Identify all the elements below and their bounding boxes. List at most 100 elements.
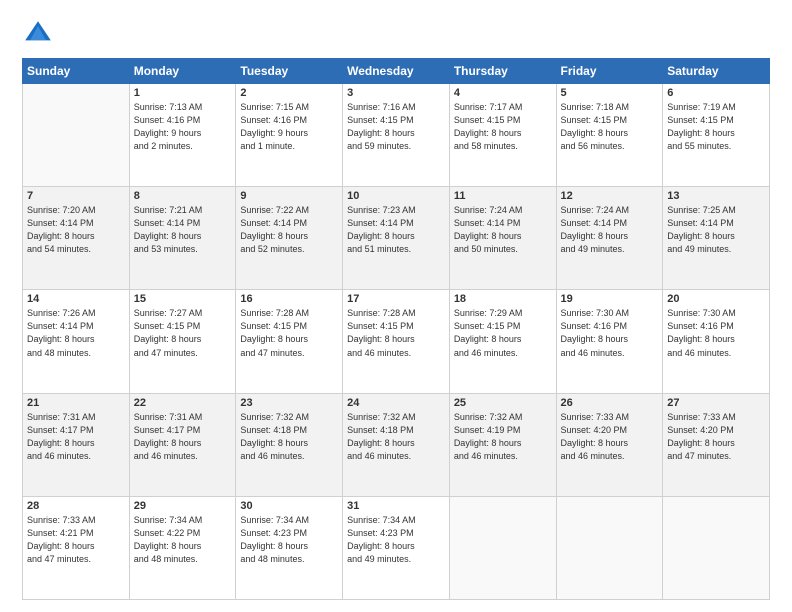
calendar-cell: 19Sunrise: 7:30 AM Sunset: 4:16 PM Dayli… bbox=[556, 290, 663, 393]
calendar-cell: 17 Sunrise: 7:28 AM Sunset: 4:15 PM Dayli… bbox=[343, 290, 450, 393]
calendar-header-friday: Friday bbox=[556, 59, 663, 84]
day-info: Sunrise: 7:29 AM Sunset: 4:15 PM Dayligh… bbox=[454, 307, 552, 359]
day-info: Sunrise: 7:34 AM Sunset: 4:23 PM Dayligh… bbox=[347, 514, 445, 566]
calendar-cell: 2 Sunrise: 7:15 AM Sunset: 4:16 PM Daylig… bbox=[236, 84, 343, 187]
day-number: 16 bbox=[240, 293, 338, 305]
day-info: Sunrise: 7:28 AM Sunset: 4:15 PM Dayligh… bbox=[347, 307, 445, 359]
day-info: Sunrise: 7:34 AM Sunset: 4:22 PM Dayligh… bbox=[134, 514, 232, 566]
day-info: Sunrise: 7:28 AM Sunset: 4:15 PM Dayligh… bbox=[240, 307, 338, 359]
calendar-cell bbox=[663, 496, 770, 599]
calendar-cell: 28 Sunrise: 7:33 AM Sunset: 4:21 PM Dayli… bbox=[23, 496, 130, 599]
calendar-week-row: 21 Sunrise: 7:31 AM Sunset: 4:17 PM Dayli… bbox=[23, 393, 770, 496]
calendar-header-sunday: Sunday bbox=[23, 59, 130, 84]
day-number: 5 bbox=[561, 87, 659, 99]
day-info: Sunrise: 7:16 AM Sunset: 4:15 PM Dayligh… bbox=[347, 101, 445, 153]
day-info: Sunrise: 7:25 AM Sunset: 4:14 PM Dayligh… bbox=[667, 204, 765, 256]
day-number: 23 bbox=[240, 397, 338, 409]
calendar-cell bbox=[556, 496, 663, 599]
logo-icon bbox=[22, 18, 54, 50]
calendar-cell: 1Sunrise: 7:13 AM Sunset: 4:16 PM Daylig… bbox=[129, 84, 236, 187]
day-info: Sunrise: 7:22 AM Sunset: 4:14 PM Dayligh… bbox=[240, 204, 338, 256]
day-number: 17 bbox=[347, 293, 445, 305]
day-number: 30 bbox=[240, 500, 338, 512]
day-number: 11 bbox=[454, 190, 552, 202]
day-info: Sunrise: 7:26 AM Sunset: 4:14 PM Dayligh… bbox=[27, 307, 125, 359]
calendar-cell: 21 Sunrise: 7:31 AM Sunset: 4:17 PM Dayli… bbox=[23, 393, 130, 496]
calendar-cell: 3 Sunrise: 7:16 AM Sunset: 4:15 PM Daylig… bbox=[343, 84, 450, 187]
calendar-header-wednesday: Wednesday bbox=[343, 59, 450, 84]
day-number: 9 bbox=[240, 190, 338, 202]
calendar-cell: 14Sunrise: 7:26 AM Sunset: 4:14 PM Dayli… bbox=[23, 290, 130, 393]
calendar-header-saturday: Saturday bbox=[663, 59, 770, 84]
day-info: Sunrise: 7:31 AM Sunset: 4:17 PM Dayligh… bbox=[27, 411, 125, 463]
calendar-cell: 12 Sunrise: 7:24 AM Sunset: 4:14 PM Dayli… bbox=[556, 187, 663, 290]
calendar-cell: 18Sunrise: 7:29 AM Sunset: 4:15 PM Dayli… bbox=[449, 290, 556, 393]
calendar-cell: 5 Sunrise: 7:18 AM Sunset: 4:15 PM Daylig… bbox=[556, 84, 663, 187]
day-number: 27 bbox=[667, 397, 765, 409]
day-number: 12 bbox=[561, 190, 659, 202]
calendar-cell: 4 Sunrise: 7:17 AM Sunset: 4:15 PM Daylig… bbox=[449, 84, 556, 187]
header bbox=[22, 18, 770, 50]
day-info: Sunrise: 7:33 AM Sunset: 4:20 PM Dayligh… bbox=[667, 411, 765, 463]
day-number: 3 bbox=[347, 87, 445, 99]
day-info: Sunrise: 7:23 AM Sunset: 4:14 PM Dayligh… bbox=[347, 204, 445, 256]
calendar-header-tuesday: Tuesday bbox=[236, 59, 343, 84]
day-info: Sunrise: 7:18 AM Sunset: 4:15 PM Dayligh… bbox=[561, 101, 659, 153]
calendar-header-row: SundayMondayTuesdayWednesdayThursdayFrid… bbox=[23, 59, 770, 84]
day-info: Sunrise: 7:27 AM Sunset: 4:15 PM Dayligh… bbox=[134, 307, 232, 359]
day-number: 20 bbox=[667, 293, 765, 305]
day-info: Sunrise: 7:31 AM Sunset: 4:17 PM Dayligh… bbox=[134, 411, 232, 463]
day-info: Sunrise: 7:34 AM Sunset: 4:23 PM Dayligh… bbox=[240, 514, 338, 566]
day-number: 6 bbox=[667, 87, 765, 99]
day-info: Sunrise: 7:15 AM Sunset: 4:16 PM Dayligh… bbox=[240, 101, 338, 153]
day-info: Sunrise: 7:32 AM Sunset: 4:18 PM Dayligh… bbox=[240, 411, 338, 463]
day-number: 8 bbox=[134, 190, 232, 202]
calendar-week-row: 28 Sunrise: 7:33 AM Sunset: 4:21 PM Dayli… bbox=[23, 496, 770, 599]
calendar-cell bbox=[449, 496, 556, 599]
calendar-cell: 24 Sunrise: 7:32 AM Sunset: 4:18 PM Dayli… bbox=[343, 393, 450, 496]
calendar-week-row: 1Sunrise: 7:13 AM Sunset: 4:16 PM Daylig… bbox=[23, 84, 770, 187]
day-info: Sunrise: 7:30 AM Sunset: 4:16 PM Dayligh… bbox=[667, 307, 765, 359]
day-number: 1 bbox=[134, 87, 232, 99]
calendar-cell: 15Sunrise: 7:27 AM Sunset: 4:15 PM Dayli… bbox=[129, 290, 236, 393]
calendar-cell: 30 Sunrise: 7:34 AM Sunset: 4:23 PM Dayli… bbox=[236, 496, 343, 599]
logo bbox=[22, 18, 58, 50]
calendar-cell: 22 Sunrise: 7:31 AM Sunset: 4:17 PM Dayli… bbox=[129, 393, 236, 496]
day-info: Sunrise: 7:32 AM Sunset: 4:19 PM Dayligh… bbox=[454, 411, 552, 463]
day-info: Sunrise: 7:17 AM Sunset: 4:15 PM Dayligh… bbox=[454, 101, 552, 153]
day-number: 4 bbox=[454, 87, 552, 99]
day-number: 21 bbox=[27, 397, 125, 409]
calendar-cell: 27 Sunrise: 7:33 AM Sunset: 4:20 PM Dayli… bbox=[663, 393, 770, 496]
day-info: Sunrise: 7:32 AM Sunset: 4:18 PM Dayligh… bbox=[347, 411, 445, 463]
day-number: 13 bbox=[667, 190, 765, 202]
calendar-cell: 11Sunrise: 7:24 AM Sunset: 4:14 PM Dayli… bbox=[449, 187, 556, 290]
calendar-header-thursday: Thursday bbox=[449, 59, 556, 84]
day-info: Sunrise: 7:33 AM Sunset: 4:20 PM Dayligh… bbox=[561, 411, 659, 463]
day-number: 19 bbox=[561, 293, 659, 305]
day-number: 28 bbox=[27, 500, 125, 512]
day-info: Sunrise: 7:21 AM Sunset: 4:14 PM Dayligh… bbox=[134, 204, 232, 256]
day-number: 22 bbox=[134, 397, 232, 409]
day-info: Sunrise: 7:19 AM Sunset: 4:15 PM Dayligh… bbox=[667, 101, 765, 153]
calendar-cell: 26 Sunrise: 7:33 AM Sunset: 4:20 PM Dayli… bbox=[556, 393, 663, 496]
day-number: 24 bbox=[347, 397, 445, 409]
calendar-cell: 25 Sunrise: 7:32 AM Sunset: 4:19 PM Dayli… bbox=[449, 393, 556, 496]
calendar-cell: 10 Sunrise: 7:23 AM Sunset: 4:14 PM Dayli… bbox=[343, 187, 450, 290]
page: SundayMondayTuesdayWednesdayThursdayFrid… bbox=[0, 0, 792, 612]
day-info: Sunrise: 7:33 AM Sunset: 4:21 PM Dayligh… bbox=[27, 514, 125, 566]
calendar-header-monday: Monday bbox=[129, 59, 236, 84]
day-info: Sunrise: 7:20 AM Sunset: 4:14 PM Dayligh… bbox=[27, 204, 125, 256]
day-number: 25 bbox=[454, 397, 552, 409]
calendar-week-row: 14Sunrise: 7:26 AM Sunset: 4:14 PM Dayli… bbox=[23, 290, 770, 393]
day-number: 7 bbox=[27, 190, 125, 202]
day-info: Sunrise: 7:24 AM Sunset: 4:14 PM Dayligh… bbox=[561, 204, 659, 256]
calendar-cell: 9 Sunrise: 7:22 AM Sunset: 4:14 PM Daylig… bbox=[236, 187, 343, 290]
calendar-cell: 20 Sunrise: 7:30 AM Sunset: 4:16 PM Dayli… bbox=[663, 290, 770, 393]
calendar-cell: 7 Sunrise: 7:20 AM Sunset: 4:14 PM Daylig… bbox=[23, 187, 130, 290]
day-number: 2 bbox=[240, 87, 338, 99]
calendar-cell: 31 Sunrise: 7:34 AM Sunset: 4:23 PM Dayli… bbox=[343, 496, 450, 599]
calendar-cell: 8 Sunrise: 7:21 AM Sunset: 4:14 PM Daylig… bbox=[129, 187, 236, 290]
day-number: 31 bbox=[347, 500, 445, 512]
day-number: 10 bbox=[347, 190, 445, 202]
day-number: 26 bbox=[561, 397, 659, 409]
